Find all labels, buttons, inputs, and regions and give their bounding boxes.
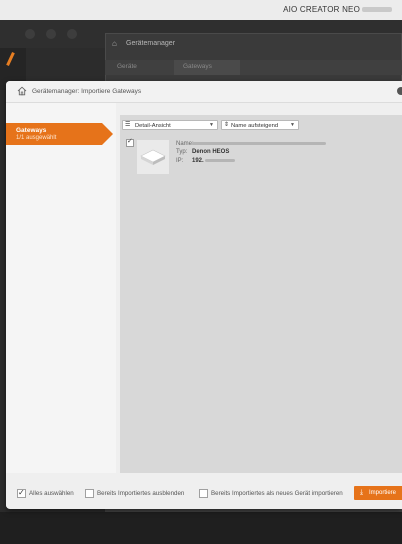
sidebar-item-gateways[interactable]: Gateways 1/1 ausgewählt xyxy=(6,123,113,145)
close-icon[interactable] xyxy=(397,87,402,95)
tab-devices[interactable]: Geräte xyxy=(117,63,137,70)
home-icon: ⌂ xyxy=(112,39,117,48)
import-as-new-label[interactable]: Bereits Importiertes als neues Gerät imp… xyxy=(211,490,343,497)
dialog-footer: ✓ Alles auswählen Bereits Importiertes a… xyxy=(6,481,402,507)
background-tabs xyxy=(105,60,402,75)
app-title: AIO CREATOR NEO xyxy=(283,5,392,14)
import-gateways-dialog: Gerätemanager: Importiere Gateways Gatew… xyxy=(6,81,402,509)
app-titlebar: AIO CREATOR NEO xyxy=(0,0,402,20)
select-all-checkbox[interactable]: ✓ xyxy=(17,488,26,498)
import-as-new-checkbox[interactable] xyxy=(199,489,208,498)
device-icon xyxy=(140,149,166,165)
sort-select-value: Name aufsteigend xyxy=(231,122,279,129)
sort-icon: ⇕ xyxy=(224,122,230,128)
device-info: Name: Typ: Denon HEOS IP: 192. xyxy=(176,140,326,165)
chevron-down-icon: ▼ xyxy=(209,122,214,128)
download-icon: ⤓ xyxy=(360,489,364,496)
checkmark-icon: ✓ xyxy=(127,138,133,145)
chevron-down-icon: ▼ xyxy=(290,122,295,128)
dialog-sidebar: Gateways 1/1 ausgewählt xyxy=(6,103,116,473)
device-ip-key: IP: xyxy=(176,157,184,164)
list-view-icon: ☰ xyxy=(125,122,131,128)
import-button-label: Importiere xyxy=(369,489,397,496)
device-type-key: Typ: xyxy=(176,149,188,156)
tab-gateways[interactable]: Gateways xyxy=(183,63,212,70)
view-select[interactable]: ☰ Detail-Ansicht ▼ xyxy=(122,120,218,130)
toolbar-circle-icon[interactable] xyxy=(67,29,77,39)
redacted-ip xyxy=(205,158,236,162)
select-all-label[interactable]: Alles auswählen xyxy=(29,490,74,497)
device-checkbox[interactable]: ✓ xyxy=(126,138,134,147)
device-ip-value: 192. xyxy=(192,157,204,164)
dialog-title: Gerätemanager: Importiere Gateways xyxy=(32,88,142,95)
hide-imported-label[interactable]: Bereits Importiertes ausblenden xyxy=(97,490,184,497)
device-name-row: Name: xyxy=(176,140,326,148)
dialog-header: Gerätemanager: Importiere Gateways xyxy=(6,81,402,103)
toolbar-circle-icon[interactable] xyxy=(25,29,35,39)
checkmark-icon: ✓ xyxy=(18,488,25,497)
device-thumbnail[interactable] xyxy=(137,140,169,174)
redacted-name xyxy=(192,141,326,145)
import-button[interactable]: ⤓ Importiere xyxy=(354,486,402,500)
sidebar-item-label: Gateways xyxy=(16,127,47,134)
sidebar-item-count: 1/1 ausgewählt xyxy=(16,135,57,141)
home-icon xyxy=(17,86,27,96)
sort-select[interactable]: ⇕ Name aufsteigend ▼ xyxy=(221,120,299,130)
hide-imported-checkbox[interactable] xyxy=(85,489,94,498)
device-ip-row: IP: 192. xyxy=(176,157,326,165)
toolbar-circle-icon[interactable] xyxy=(46,29,56,39)
gateway-list: ☰ Detail-Ansicht ▼ ⇕ Name aufsteigend ▼ … xyxy=(120,115,402,473)
view-select-value: Detail-Ansicht xyxy=(135,122,171,129)
device-type-value: Denon HEOS xyxy=(192,149,230,156)
device-name-key: Name: xyxy=(176,141,194,147)
background-window-title: Gerätemanager xyxy=(126,40,176,47)
app-bottom-strip xyxy=(0,512,402,544)
device-type-row: Typ: Denon HEOS xyxy=(176,148,326,156)
